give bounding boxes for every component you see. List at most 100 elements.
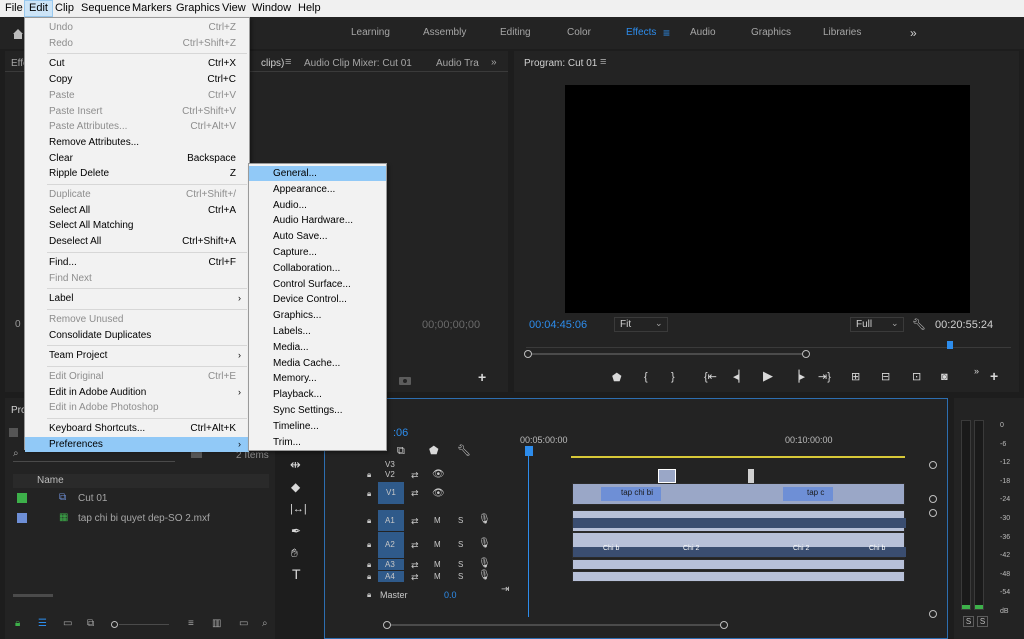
lock-icon[interactable]: 🔒︎	[367, 572, 371, 582]
playhead-marker[interactable]	[947, 341, 953, 349]
solo-button[interactable]: S	[458, 540, 463, 549]
list-item[interactable]: ⧉ Cut 01	[13, 490, 269, 508]
automate-icon[interactable]: ▥	[212, 618, 221, 629]
zoom-slider-handle[interactable]	[111, 621, 118, 628]
mic-icon[interactable]: 🎙︎	[478, 538, 491, 549]
preferences-menu-item[interactable]: Trim...	[249, 435, 386, 450]
zoom-handle-left[interactable]	[524, 350, 532, 358]
edit-menu-item[interactable]: Remove Attributes...	[25, 135, 249, 150]
track-target-a3[interactable]: A3	[378, 559, 404, 570]
program-menu-icon[interactable]: ≡	[600, 56, 606, 68]
preferences-menu-item[interactable]: Device Control...	[249, 292, 386, 307]
edit-menu-item[interactable]: Consolidate Duplicates	[25, 328, 249, 343]
home-icon[interactable]	[12, 27, 23, 39]
clip-v2[interactable]	[658, 469, 676, 483]
workspace-graphics[interactable]: Graphics	[751, 17, 791, 49]
track-target-v1[interactable]: V1	[378, 482, 404, 504]
mark-out-icon[interactable]: }	[671, 371, 675, 383]
menu-clip[interactable]: Clip	[51, 0, 78, 17]
pen-icon[interactable]: ✒	[291, 525, 301, 537]
go-to-out-icon[interactable]: ⇥}	[818, 371, 831, 383]
track-target-a1[interactable]: A1	[378, 510, 404, 531]
track-select-icon[interactable]: ⇹	[290, 458, 301, 471]
lock-icon[interactable]: 🔒︎	[15, 618, 20, 629]
add-button-icon[interactable]: +	[990, 369, 998, 383]
camera-icon[interactable]	[398, 372, 412, 385]
workspace-audio[interactable]: Audio	[690, 17, 716, 49]
edit-menu-item[interactable]: Select All Ctrl+A	[25, 203, 249, 218]
edit-menu-item[interactable]: Label ›	[25, 291, 249, 306]
menu-view[interactable]: View	[218, 0, 250, 17]
razor-icon[interactable]: ◆	[291, 481, 300, 493]
preferences-menu-item[interactable]: Labels...	[249, 324, 386, 339]
edit-menu-item[interactable]: Team Project ›	[25, 348, 249, 363]
sync-lock-icon[interactable]: ⇄	[411, 516, 419, 527]
lock-icon[interactable]: 🔒︎	[367, 590, 371, 600]
preferences-menu-item[interactable]: Media Cache...	[249, 356, 386, 371]
program-current-timecode[interactable]: 00:04:45:06	[529, 319, 587, 331]
sync-lock-icon[interactable]: ⇄	[411, 488, 419, 499]
preferences-menu-item[interactable]: Graphics...	[249, 308, 386, 323]
scroll-handle-left[interactable]	[383, 621, 391, 629]
list-item[interactable]: ▦ tap chi bi quyet dep-SO 2.mxf	[13, 510, 269, 528]
full-dropdown[interactable]: Full ⌄	[850, 317, 904, 332]
scroll-handle-right[interactable]	[720, 621, 728, 629]
export-frame-icon[interactable]: ◙	[941, 371, 948, 383]
preferences-menu-item[interactable]: Memory...	[249, 371, 386, 386]
step-back-icon[interactable]: ◂▏	[733, 371, 747, 383]
mic-icon[interactable]: 🎙︎	[478, 514, 491, 525]
edit-menu-item[interactable]: Deselect All Ctrl+Shift+A	[25, 234, 249, 249]
comparison-view-icon[interactable]: ⊡	[912, 371, 921, 383]
lock-icon[interactable]: 🔒︎	[367, 470, 371, 480]
more-workspaces-icon[interactable]: »	[910, 17, 917, 49]
scrub-bar[interactable]	[526, 347, 1011, 348]
track-target-a2[interactable]: A2	[378, 532, 404, 558]
audio-clips-a4[interactable]	[572, 571, 905, 582]
slip-icon[interactable]: |↔|	[290, 503, 307, 515]
eye-icon[interactable]: 👁︎	[432, 488, 445, 499]
lift-icon[interactable]: ⊞	[851, 371, 860, 383]
freeform-view-icon[interactable]: ⧉	[87, 618, 94, 629]
workspace-assembly[interactable]: Assembly	[423, 17, 466, 49]
hand-icon[interactable]: ✋︎	[291, 547, 298, 559]
panel-menu-icon[interactable]: ≡	[285, 56, 291, 68]
sync-lock-icon[interactable]: ⇄	[411, 540, 419, 551]
list-view-icon[interactable]: ☰	[38, 618, 47, 629]
name-column-header[interactable]: Name	[37, 475, 64, 486]
lock-icon[interactable]: 🔒︎	[367, 540, 371, 550]
mute-button[interactable]: M	[434, 540, 441, 549]
workspace-effects[interactable]: Effects	[626, 17, 656, 49]
marker-icon[interactable]: ⬟	[429, 445, 439, 457]
clip-v2-small[interactable]	[748, 469, 754, 483]
workspace-learning[interactable]: Learning	[351, 17, 390, 49]
settings-wrench-icon[interactable]: 🔧︎	[457, 445, 471, 457]
menu-markers[interactable]: Markers	[128, 0, 176, 17]
eye-icon[interactable]: 👁︎	[432, 469, 445, 480]
scrollbar[interactable]	[13, 594, 53, 597]
preferences-menu-item[interactable]: Control Surface...	[249, 277, 386, 292]
sync-lock-icon[interactable]: ⇄	[411, 572, 419, 583]
track-zoom-handle[interactable]	[929, 461, 937, 469]
snap-icon[interactable]: ⧉	[397, 445, 405, 457]
mark-in-icon[interactable]: {	[644, 371, 648, 383]
edit-menu-item[interactable]: Cut Ctrl+X	[25, 56, 249, 71]
workspace-editing[interactable]: Editing	[500, 17, 531, 49]
fit-dropdown[interactable]: Fit ⌄	[614, 317, 668, 332]
step-forward-icon[interactable]: ▕▸	[791, 371, 805, 383]
audio-clips-a3[interactable]	[572, 559, 905, 570]
solo-button[interactable]: S	[458, 560, 463, 569]
preferences-menu-item[interactable]: Sync Settings...	[249, 403, 386, 418]
program-video-frame[interactable]	[565, 85, 970, 313]
work-area-bar[interactable]	[571, 456, 905, 458]
wrench-icon[interactable]: 🔧︎	[912, 318, 926, 331]
sync-lock-icon[interactable]: ⇄	[411, 560, 419, 571]
zoom-bar[interactable]	[526, 353, 806, 355]
zoom-handle-right[interactable]	[802, 350, 810, 358]
preferences-menu-item[interactable]: Appearance...	[249, 182, 386, 197]
edit-menu-item[interactable]: Clear Backspace	[25, 151, 249, 166]
solo-button[interactable]: S	[458, 572, 463, 581]
mute-button[interactable]: M	[434, 572, 441, 581]
zoom-slider[interactable]	[119, 624, 169, 625]
preferences-menu-item[interactable]: General...	[249, 166, 386, 181]
edit-menu-item[interactable]: Preferences ›	[25, 436, 249, 452]
